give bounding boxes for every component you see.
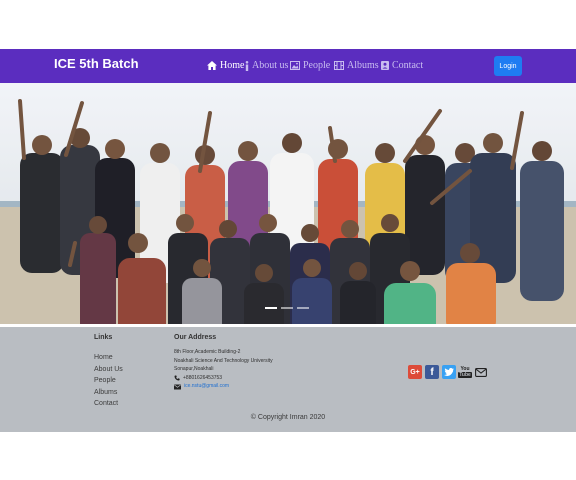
address-block: 8th Floor,Academic Building-2 Noakhali S… xyxy=(174,348,273,391)
film-icon xyxy=(334,61,344,70)
address-line: 8th Floor,Academic Building-2 xyxy=(174,349,241,355)
carousel-indicator[interactable] xyxy=(297,307,309,309)
nav-home[interactable]: Home xyxy=(207,60,244,71)
footer-link-home[interactable]: Home xyxy=(94,352,123,364)
phone-icon xyxy=(174,375,180,381)
mail-icon[interactable] xyxy=(474,365,488,379)
nav-about[interactable]: About us xyxy=(245,60,288,71)
links-heading: Links xyxy=(94,334,113,341)
nav-albums-label: Albums xyxy=(347,60,379,71)
facebook-icon[interactable]: f xyxy=(425,365,439,379)
nav-albums[interactable]: Albums xyxy=(334,60,379,71)
navbar: ICE 5th Batch Home About us People Album… xyxy=(0,49,576,83)
footer-link-about[interactable]: About Us xyxy=(94,364,123,376)
twitter-icon[interactable] xyxy=(442,365,456,379)
nav-about-label: About us xyxy=(252,60,289,71)
nav-people[interactable]: People xyxy=(290,60,330,71)
footer-links: Home About Us People Albums Contact xyxy=(94,352,123,410)
home-icon xyxy=(207,61,217,70)
group-photo xyxy=(0,83,576,324)
hero-carousel[interactable] xyxy=(0,83,576,324)
google-plus-icon[interactable]: G+ xyxy=(408,365,422,379)
youtube-icon[interactable]: You Tube xyxy=(458,365,472,379)
phone-row: +8801626453753 xyxy=(174,374,273,383)
carousel-indicator[interactable] xyxy=(281,307,293,309)
contact-icon xyxy=(381,61,389,70)
address-line: Noakhali Science And Technology Universi… xyxy=(174,357,273,364)
nav-contact[interactable]: Contact xyxy=(381,60,423,71)
nav-contact-label: Contact xyxy=(392,60,424,71)
address-heading: Our Address xyxy=(174,334,217,341)
brand-title[interactable]: ICE 5th Batch xyxy=(54,56,139,71)
phone-text: +8801626453753 xyxy=(183,374,223,381)
footer-link-people[interactable]: People xyxy=(94,375,123,387)
nav-people-label: People xyxy=(303,60,331,71)
email-link[interactable]: ice.nstu@gmail.com xyxy=(184,382,229,391)
footer: Links Home About Us People Albums Contac… xyxy=(0,324,576,432)
social-links: G+ f You Tube xyxy=(408,365,488,379)
address-line: Sonapur,Noakhali xyxy=(174,366,214,373)
envelope-icon xyxy=(174,384,181,390)
nav-home-label: Home xyxy=(220,60,245,71)
info-icon xyxy=(245,60,249,71)
copyright-text: © Copyright Imran 2020 xyxy=(250,414,326,421)
login-button[interactable]: Login xyxy=(494,56,522,76)
email-row: ice.nstu@gmail.com xyxy=(174,382,273,391)
carousel-indicators xyxy=(265,307,309,309)
image-icon xyxy=(290,61,300,70)
footer-link-contact[interactable]: Contact xyxy=(94,398,123,410)
carousel-indicator[interactable] xyxy=(265,307,277,309)
footer-link-albums[interactable]: Albums xyxy=(94,387,123,399)
